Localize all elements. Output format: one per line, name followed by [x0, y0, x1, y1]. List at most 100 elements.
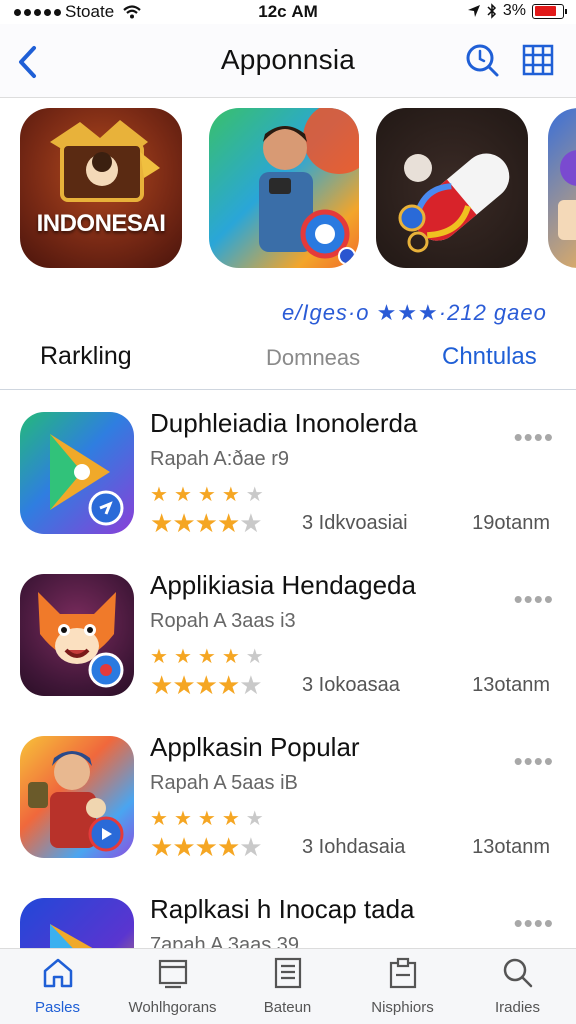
rating-stars-large: ★★★★★ — [150, 508, 263, 539]
star-filled-icon: ★ — [216, 670, 240, 700]
install-count: 3 Iohdasaia — [302, 836, 406, 858]
star-empty-icon: ★ — [245, 646, 270, 668]
segment-tabs: Rarkling Domneas Chntulas — [0, 330, 576, 390]
app-icon — [20, 898, 134, 948]
more-options-icon[interactable]: •••• — [514, 908, 554, 939]
star-empty-icon: ★ — [239, 832, 262, 862]
rating-stars-large: ★★★★★ — [150, 670, 263, 701]
boy-character-icon — [259, 108, 359, 265]
bottom-tab-bar: Pasles Wohlhgorans Bateun Nisphiors Irad… — [0, 948, 576, 1024]
app-icon — [20, 574, 134, 696]
install-count: 3 Idkvoasiai — [302, 512, 408, 534]
featured-tile-indonesia[interactable]: INDONESAI — [20, 108, 182, 268]
window-icon — [158, 959, 187, 989]
star-filled-icon: ★ — [197, 646, 222, 668]
app-name: Applikiasia Hendageda — [150, 570, 416, 600]
tab-channels[interactable]: Chntulas — [442, 343, 537, 371]
app-list: Duphleiadia Inonolerda Rapah A:ðae r9 ••… — [0, 392, 576, 948]
home-icon — [43, 958, 72, 988]
tabbar-item-clipboard[interactable]: Nisphiors — [345, 955, 460, 1016]
app-size: 13otanm — [472, 836, 550, 858]
navigation-bar: Apponnsia — [0, 24, 576, 98]
star-filled-icon: ★ — [221, 646, 246, 668]
app-name: Raplkasi h Inocap tada — [150, 894, 415, 924]
clipboard-icon — [389, 957, 416, 989]
star-empty-icon: ★ — [245, 484, 270, 506]
star-filled-icon: ★ — [216, 508, 240, 538]
tabbar-item-search[interactable]: Iradies — [460, 955, 575, 1016]
star-filled-icon: ★ — [150, 832, 173, 862]
rating-stars-small: ★★★★★ — [150, 644, 270, 669]
star-empty-icon: ★ — [239, 670, 262, 700]
app-icon — [20, 736, 134, 858]
app-name: Applkasin Popular — [150, 732, 360, 762]
star-filled-icon: ★ — [173, 484, 198, 506]
star-filled-icon: ★ — [194, 670, 218, 700]
bluetooth-icon — [487, 3, 496, 19]
tabbar-item-window[interactable]: Wohlhgorans — [115, 955, 230, 1016]
pill-capsule-icon — [398, 153, 510, 253]
tabbar-label: Wohlhgorans — [128, 999, 217, 1016]
star-filled-icon: ★ — [221, 484, 246, 506]
tabbar-label: Iradies — [494, 999, 541, 1016]
star-filled-icon: ★ — [150, 508, 173, 538]
star-empty-icon: ★ — [239, 508, 262, 538]
tabbar-label: Bateun — [263, 999, 312, 1016]
featured-tile-partial[interactable] — [548, 108, 576, 268]
star-filled-icon: ★ — [216, 832, 240, 862]
star-filled-icon: ★ — [150, 646, 174, 668]
star-filled-icon: ★ — [172, 670, 195, 700]
partial-tile-icon — [558, 150, 576, 240]
star-filled-icon: ★ — [172, 832, 195, 862]
rating-stars-small: ★★★★★ — [150, 806, 270, 831]
tabbar-item-document[interactable]: Bateun — [230, 955, 345, 1016]
battery-percent: 3% — [502, 2, 526, 19]
featured-tile-capsule[interactable] — [376, 108, 528, 268]
location-arrow-icon — [467, 5, 480, 17]
more-options-icon[interactable]: •••• — [514, 584, 554, 615]
install-count: 3 Iokoasaa — [302, 674, 400, 696]
star-filled-icon: ★ — [197, 808, 222, 830]
star-empty-icon: ★ — [245, 808, 270, 830]
tabbar-label: Pasles — [34, 999, 81, 1016]
document-icon — [274, 957, 301, 989]
list-item[interactable]: Duphleiadia Inonolerda Rapah A:ðae r9 ••… — [0, 392, 576, 554]
battery-icon — [532, 3, 567, 19]
star-filled-icon: ★ — [150, 484, 174, 506]
tabbar-label: Nisphiors — [371, 999, 434, 1016]
star-filled-icon: ★ — [150, 670, 173, 700]
search-icon — [503, 958, 532, 988]
star-filled-icon: ★ — [197, 484, 222, 506]
more-options-icon[interactable]: •••• — [514, 746, 554, 777]
star-filled-icon: ★ — [150, 808, 174, 830]
app-icon — [20, 412, 134, 534]
list-item[interactable]: Raplkasi h Inocap tada 7apah A 3aas 39 •… — [0, 878, 576, 948]
treasure-chest-icon — [50, 120, 160, 202]
search-icon[interactable] — [464, 42, 500, 78]
star-filled-icon: ★ — [194, 508, 218, 538]
status-right: 3% — [467, 2, 567, 20]
app-subtitle: 7apah A 3aas 39 — [150, 934, 300, 948]
star-filled-icon: ★ — [194, 832, 218, 862]
app-subtitle: Ropah A 3aas i3 — [150, 610, 296, 632]
tab-domains[interactable]: Domneas — [266, 345, 360, 371]
app-size: 19otanm — [472, 512, 550, 534]
scribble-text: e/Iges·o ★★★·212 gaeo — [282, 300, 547, 325]
list-item[interactable]: Applikiasia Hendageda Ropah A 3aas i3 ••… — [0, 554, 576, 716]
app-subtitle: Rapah A:ðae r9 — [150, 448, 289, 470]
tabbar-item-home[interactable]: Pasles — [0, 955, 115, 1016]
app-size: 13otanm — [472, 674, 550, 696]
star-filled-icon: ★ — [221, 808, 246, 830]
featured-tile-character[interactable] — [209, 108, 359, 268]
featured-caption: INDONESAI — [36, 210, 166, 237]
star-filled-icon: ★ — [173, 646, 198, 668]
status-bar: Stoate 12с AM 3% — [0, 0, 576, 24]
grid-icon[interactable] — [520, 42, 556, 78]
tab-ranking[interactable]: Rarkling — [40, 342, 132, 371]
more-options-icon[interactable]: •••• — [514, 422, 554, 453]
list-item[interactable]: Applkasin Popular Rapah A 5aas iB •••• ★… — [0, 716, 576, 878]
rating-stars-small: ★★★★★ — [150, 482, 270, 507]
app-subtitle: Rapah A 5aas iB — [150, 772, 298, 794]
star-filled-icon: ★ — [172, 508, 195, 538]
star-filled-icon: ★ — [173, 808, 198, 830]
